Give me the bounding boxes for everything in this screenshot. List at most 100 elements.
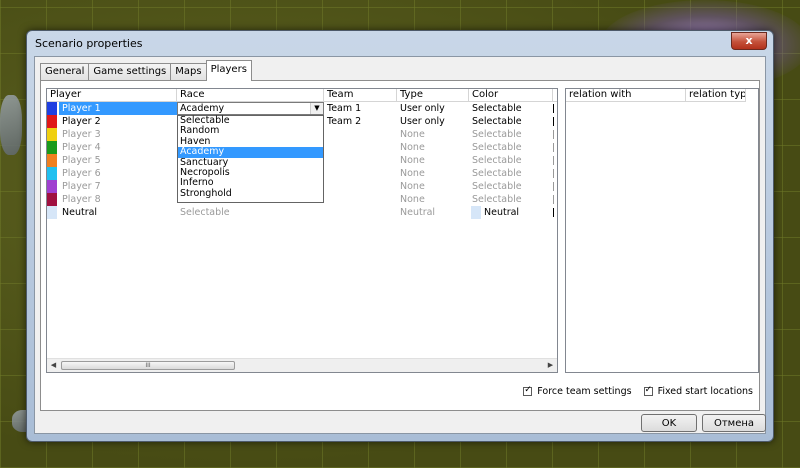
type-cell: None: [400, 129, 425, 140]
color-cell: Neutral: [469, 206, 553, 219]
player-color-swatch: [47, 128, 57, 141]
cancel-button[interactable]: Отмена: [702, 414, 766, 432]
player-cell: Player 6: [47, 167, 177, 180]
column-overflow-marker: [553, 130, 554, 139]
team-cell: [324, 193, 397, 206]
race-option[interactable]: Stronghold: [178, 188, 323, 199]
team-cell: [324, 128, 397, 141]
table-row[interactable]: Neutral Selectable Neutral Neutral: [47, 206, 554, 219]
team-cell: Team 1: [327, 103, 362, 114]
player-name: Player 8: [62, 194, 101, 205]
relations-table-header: relation with relation type: [566, 89, 746, 102]
column-header-extra[interactable]: [553, 89, 557, 101]
type-cell: None: [400, 168, 425, 179]
column-header-relation-with[interactable]: relation with: [566, 89, 686, 101]
type-cell: None: [400, 142, 425, 153]
dialog-client-area: General Game settings Maps Players Playe…: [34, 56, 766, 434]
color-cell: Selectable: [472, 155, 522, 166]
chevron-down-icon[interactable]: ▼: [310, 103, 323, 114]
relations-table[interactable]: relation with relation type: [565, 88, 759, 373]
color-label: Neutral: [484, 207, 520, 218]
force-team-checkbox[interactable]: [523, 385, 533, 396]
force-team-label: Force team settings: [537, 386, 632, 397]
scenario-properties-dialog: Scenario properties x General Game setti…: [26, 30, 774, 442]
type-cell: User only: [400, 103, 445, 114]
scroll-right-icon[interactable]: ▶: [544, 359, 557, 372]
column-header-race[interactable]: Race: [177, 89, 324, 101]
column-overflow-marker: [553, 195, 554, 204]
race-combobox[interactable]: Academy ▼: [177, 102, 324, 115]
column-header-type[interactable]: Type: [397, 89, 469, 101]
type-cell: Neutral: [400, 207, 436, 218]
column-header-color[interactable]: Color: [469, 89, 553, 101]
player-cell: Player 5: [47, 154, 177, 167]
tab-game-settings[interactable]: Game settings: [88, 63, 172, 81]
players-table[interactable]: Player Race Team Type Color Player 1 Team…: [46, 88, 558, 373]
player-color-swatch: [47, 102, 57, 115]
scroll-left-icon[interactable]: ◀: [47, 359, 60, 372]
players-table-hscrollbar[interactable]: ◀ III ▶: [47, 358, 557, 372]
team-cell: [324, 206, 397, 219]
team-cell: [324, 180, 397, 193]
color-cell: Selectable: [472, 116, 522, 127]
tab-maps[interactable]: Maps: [170, 63, 207, 81]
team-cell: [324, 154, 397, 167]
race-cell: Selectable: [180, 207, 230, 218]
type-cell: User only: [400, 116, 445, 127]
color-cell: Selectable: [472, 194, 522, 205]
player-name: Player 3: [62, 129, 101, 140]
column-header-team[interactable]: Team: [324, 89, 397, 101]
tab-general[interactable]: General: [40, 63, 90, 81]
scrollbar-thumb[interactable]: III: [61, 361, 235, 370]
player-name: Player 4: [62, 142, 101, 153]
player-color-swatch: [47, 180, 57, 193]
ok-button[interactable]: OK: [641, 414, 697, 432]
player-color-swatch: [47, 167, 57, 180]
type-cell: None: [400, 155, 425, 166]
fixed-start-checkbox[interactable]: [643, 385, 653, 396]
player-name: Neutral: [62, 207, 98, 218]
player-color-swatch: [47, 193, 57, 206]
tab-players[interactable]: Players: [205, 60, 252, 81]
type-cell: None: [400, 181, 425, 192]
close-icon: x: [745, 34, 753, 47]
column-overflow-marker: [553, 156, 554, 165]
player-cell: Player 3: [47, 128, 177, 141]
player-color-swatch: [47, 154, 57, 167]
player-name: Player 1: [59, 102, 177, 115]
color-cell: Selectable: [472, 168, 522, 179]
player-name: Player 5: [62, 155, 101, 166]
column-overflow-marker: [553, 117, 554, 126]
player-cell: Player 8: [47, 193, 177, 206]
column-overflow-marker: [553, 104, 554, 113]
column-header-relation-type[interactable]: relation type: [686, 89, 746, 101]
player-name: Player 7: [62, 181, 101, 192]
window-title: Scenario properties: [35, 37, 143, 50]
neutral-color-swatch: [471, 206, 481, 219]
fixed-start-label: Fixed start locations: [657, 386, 753, 397]
player-cell: Player 4: [47, 141, 177, 154]
color-cell: Selectable: [472, 103, 522, 114]
race-option[interactable]: Academy: [178, 146, 323, 158]
race-dropdown-list[interactable]: Selectable Random Haven Academy Sanctuary Nec…: [177, 115, 324, 203]
color-cell: Selectable: [472, 129, 522, 140]
column-overflow-marker: [553, 143, 554, 152]
title-bar[interactable]: Scenario properties x: [27, 31, 773, 55]
player-color-swatch: [47, 206, 57, 219]
player-name: Player 2: [62, 116, 101, 127]
close-button[interactable]: x: [731, 32, 767, 50]
tab-strip: General Game settings Maps Players: [40, 60, 252, 81]
team-cell: [324, 167, 397, 180]
players-tab-panel: Player Race Team Type Color Player 1 Team…: [40, 80, 760, 411]
color-cell: Selectable: [472, 181, 522, 192]
player-cell: Player 7: [47, 180, 177, 193]
team-cell: Team 2: [327, 116, 362, 127]
player-color-swatch: [47, 141, 57, 154]
column-header-player[interactable]: Player: [47, 89, 177, 101]
player-name: Player 6: [62, 168, 101, 179]
team-cell: [324, 141, 397, 154]
column-overflow-marker: [553, 169, 554, 178]
player-cell: Neutral: [47, 206, 177, 219]
race-combobox-value: Academy: [180, 103, 225, 114]
background-rock: [0, 95, 22, 155]
